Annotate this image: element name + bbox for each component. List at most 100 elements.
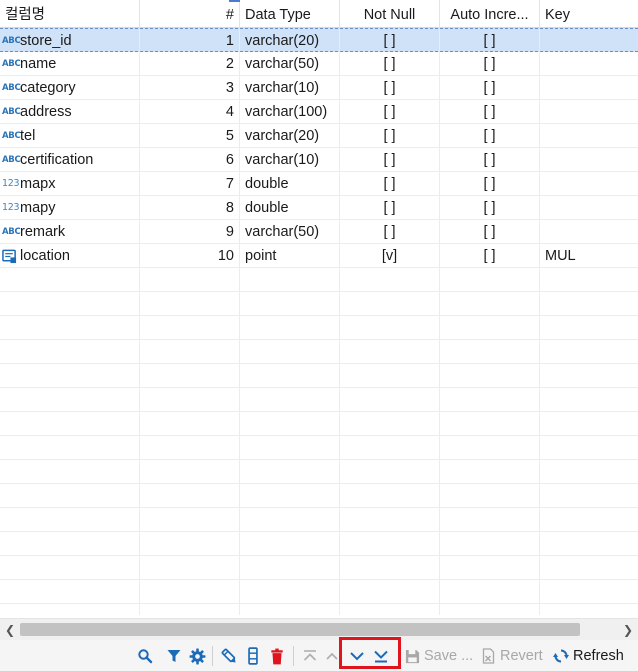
table-row[interactable]: location 10 point [v][ ] MUL [0,244,638,268]
column-name-cell[interactable]: ABC store_id [0,29,140,53]
empty-cell [340,604,440,615]
auto-increment-cell[interactable]: [ ] [440,52,540,76]
auto-increment-cell[interactable]: [ ] [440,172,540,196]
data-type-cell[interactable]: double [240,196,340,220]
table-row[interactable]: ABC name 2 varchar(50)[ ][ ] [0,52,638,76]
data-type-cell[interactable]: varchar(50) [240,220,340,244]
data-type-cell[interactable]: varchar(20) [240,124,340,148]
key-cell[interactable] [540,52,638,76]
empty-cell [340,388,440,412]
auto-increment-cell[interactable]: [ ] [440,29,540,53]
column-number-cell[interactable]: 5 [140,124,240,148]
auto-increment-cell[interactable]: [ ] [440,124,540,148]
empty-cell [440,388,540,412]
not-null-cell[interactable]: [ ] [340,100,440,124]
not-null-cell[interactable]: [ ] [340,196,440,220]
table-row[interactable]: 123 mapx 7 double[ ][ ] [0,172,638,196]
key-cell[interactable] [540,76,638,100]
header-column-name[interactable]: 컬럼명 [0,0,140,28]
save-button[interactable]: Save ... [405,644,473,668]
scroll-right-arrow-icon[interactable]: ❯ [618,619,638,641]
header-column-number[interactable]: # [140,0,240,28]
data-type-cell[interactable]: varchar(10) [240,76,340,100]
horizontal-scrollbar[interactable]: ❮ ❯ [0,618,638,640]
column-name-cell[interactable]: ABC tel [0,124,140,148]
key-cell[interactable] [540,100,638,124]
header-column-not-null[interactable]: Not Null [340,0,440,28]
settings-button[interactable] [189,644,206,668]
table-row[interactable]: ABC tel 5 varchar(20)[ ][ ] [0,124,638,148]
move-up-button[interactable] [325,644,339,668]
column-number-cell[interactable]: 8 [140,196,240,220]
delete-column-button[interactable] [270,644,284,668]
refresh-icon [553,649,569,663]
not-null-cell[interactable]: [ ] [340,172,440,196]
header-column-auto-increment[interactable]: Auto Incre... [440,0,540,28]
auto-increment-cell[interactable]: [ ] [440,244,540,268]
column-number-cell[interactable]: 6 [140,148,240,172]
move-down-button[interactable] [349,644,365,668]
key-cell[interactable] [540,29,638,53]
table-row[interactable]: ABC certification 6 varchar(10)[ ][ ] [0,148,638,172]
not-null-cell[interactable]: [ ] [340,52,440,76]
table-row[interactable]: ABC remark 9 varchar(50)[ ][ ] [0,220,638,244]
data-type-cell[interactable]: point [240,244,340,268]
column-number-cell[interactable]: 9 [140,220,240,244]
add-column-button[interactable] [246,644,260,668]
column-number-cell[interactable]: 10 [140,244,240,268]
key-cell[interactable] [540,124,638,148]
revert-button[interactable]: Revert [481,644,543,668]
column-name-cell[interactable]: 123 mapy [0,196,140,220]
scrollbar-thumb[interactable] [20,623,580,636]
header-column-data-type[interactable]: Data Type [240,0,340,28]
edit-column-button[interactable] [221,644,238,668]
key-cell[interactable] [540,220,638,244]
key-cell[interactable]: MUL [540,244,638,268]
data-type-cell[interactable]: varchar(50) [240,52,340,76]
key-cell[interactable] [540,148,638,172]
data-type-cell[interactable]: varchar(10) [240,148,340,172]
column-name-cell[interactable]: ABC address [0,100,140,124]
filter-button[interactable] [166,644,182,668]
column-number-cell[interactable]: 7 [140,172,240,196]
data-type-cell[interactable]: double [240,172,340,196]
key-cell[interactable] [540,172,638,196]
auto-increment-cell[interactable]: [ ] [440,76,540,100]
column-name-cell[interactable]: ABC remark [0,220,140,244]
auto-increment-cell[interactable]: [ ] [440,220,540,244]
column-name-cell[interactable]: location [0,244,140,268]
column-number-cell[interactable]: 4 [140,100,240,124]
column-number-cell[interactable]: 2 [140,52,240,76]
key-cell[interactable] [540,196,638,220]
column-number-cell[interactable]: 3 [140,76,240,100]
column-name-cell[interactable]: 123 mapx [0,172,140,196]
move-bottom-button[interactable] [373,644,389,668]
scroll-left-arrow-icon[interactable]: ❮ [0,619,20,641]
data-type-cell[interactable]: varchar(20) [240,29,340,53]
refresh-button[interactable]: Refresh [553,644,624,668]
auto-increment-cell[interactable]: [ ] [440,196,540,220]
empty-cell [440,340,540,364]
not-null-cell[interactable]: [ ] [340,148,440,172]
move-top-button[interactable] [302,644,318,668]
table-row[interactable]: 123 mapy 8 double[ ][ ] [0,196,638,220]
table-row[interactable]: ABC category 3 varchar(10)[ ][ ] [0,76,638,100]
not-null-cell[interactable]: [ ] [340,76,440,100]
empty-cell [340,556,440,580]
column-number-cell[interactable]: 1 [140,29,240,53]
table-row[interactable]: ABC address 4 varchar(100)[ ][ ] [0,100,638,124]
column-name-cell[interactable]: ABC certification [0,148,140,172]
auto-increment-cell[interactable]: [ ] [440,100,540,124]
table-row[interactable]: ABC store_id 1 varchar(20)[ ][ ] [0,28,638,53]
not-null-cell[interactable]: [v] [340,244,440,268]
column-name-cell[interactable]: ABC name [0,52,140,76]
header-column-key[interactable]: Key [540,0,638,28]
data-type-cell[interactable]: varchar(100) [240,100,340,124]
not-null-cell[interactable]: [ ] [340,29,440,53]
search-button[interactable] [137,644,153,668]
auto-increment-cell[interactable]: [ ] [440,148,540,172]
column-name-cell[interactable]: ABC category [0,76,140,100]
column-name-text: certification [20,152,94,168]
not-null-cell[interactable]: [ ] [340,220,440,244]
not-null-cell[interactable]: [ ] [340,124,440,148]
